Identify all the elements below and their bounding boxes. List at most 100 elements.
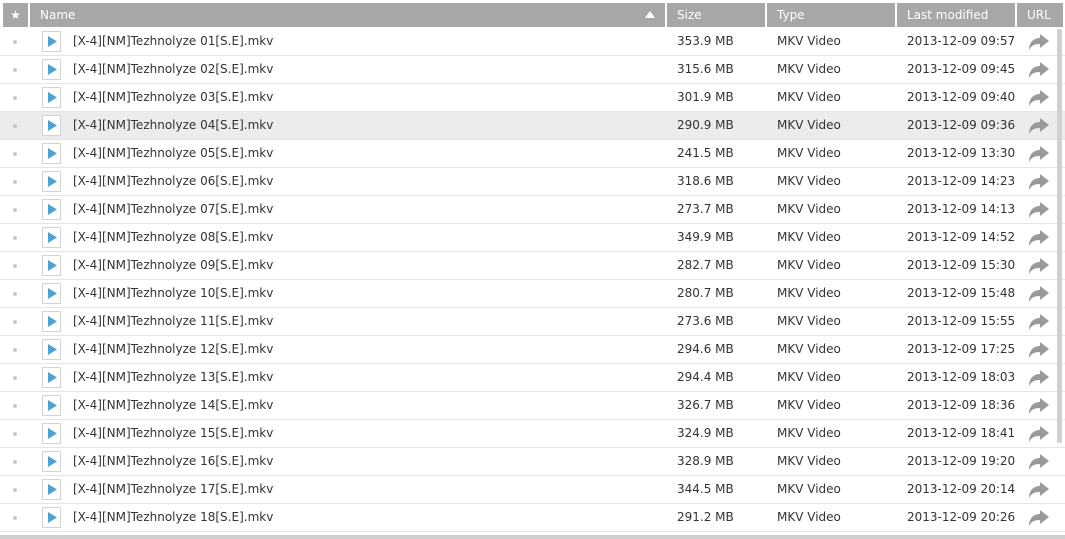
file-name[interactable]: [X-4][NM]Tezhnolyze 09[S.E].mkv [73,252,663,279]
file-name[interactable]: [X-4][NM]Tezhnolyze 02[S.E].mkv [73,56,663,83]
file-row[interactable]: [X-4][NM]Tezhnolyze 09[S.E].mkv 282.7 MB… [0,252,1065,280]
star-toggle-dot-icon[interactable] [13,376,17,380]
video-file-play-icon[interactable] [42,59,61,80]
video-file-play-icon[interactable] [42,255,61,276]
star-toggle-dot-icon[interactable] [13,264,17,268]
share-arrow-icon[interactable] [1028,509,1050,527]
star-toggle-dot-icon[interactable] [13,460,17,464]
file-row[interactable]: [X-4][NM]Tezhnolyze 07[S.E].mkv 273.7 MB… [0,196,1065,224]
share-arrow-icon[interactable] [1028,89,1050,107]
share-arrow-icon[interactable] [1028,285,1050,303]
column-header-last-modified[interactable]: Last modified [897,3,1015,27]
video-file-play-icon[interactable] [42,283,61,304]
video-file-play-icon[interactable] [42,507,61,528]
share-arrow-icon[interactable] [1028,201,1050,219]
star-toggle-dot-icon[interactable] [13,292,17,296]
file-row[interactable]: [X-4][NM]Tezhnolyze 11[S.E].mkv 273.6 MB… [0,308,1065,336]
file-type: MKV Video [777,202,841,216]
star-toggle-dot-icon[interactable] [13,488,17,492]
share-arrow-icon[interactable] [1028,481,1050,499]
vertical-scrollbar[interactable] [1057,29,1062,443]
file-row[interactable]: [X-4][NM]Tezhnolyze 13[S.E].mkv 294.4 MB… [0,364,1065,392]
video-file-play-icon[interactable] [42,451,61,472]
video-file-play-icon[interactable] [42,227,61,248]
column-header-size[interactable]: Size [667,3,765,27]
share-arrow-icon[interactable] [1028,397,1050,415]
column-header-type[interactable]: Type [767,3,895,27]
share-arrow-icon[interactable] [1028,173,1050,191]
file-row[interactable]: [X-4][NM]Tezhnolyze 18[S.E].mkv 291.2 MB… [0,504,1065,532]
file-name[interactable]: [X-4][NM]Tezhnolyze 04[S.E].mkv [73,112,663,139]
file-row[interactable]: [X-4][NM]Tezhnolyze 12[S.E].mkv 294.6 MB… [0,336,1065,364]
file-row[interactable]: [X-4][NM]Tezhnolyze 01[S.E].mkv 353.9 MB… [0,28,1065,56]
file-row[interactable]: [X-4][NM]Tezhnolyze 03[S.E].mkv 301.9 MB… [0,84,1065,112]
video-file-play-icon[interactable] [42,143,61,164]
star-toggle-dot-icon[interactable] [13,124,17,128]
video-file-play-icon[interactable] [42,339,61,360]
star-toggle-dot-icon[interactable] [13,96,17,100]
file-name[interactable]: [X-4][NM]Tezhnolyze 10[S.E].mkv [73,280,663,307]
video-file-play-icon[interactable] [42,395,61,416]
star-toggle-dot-icon[interactable] [13,152,17,156]
share-arrow-icon[interactable] [1028,313,1050,331]
video-file-play-icon[interactable] [42,115,61,136]
file-name[interactable]: [X-4][NM]Tezhnolyze 12[S.E].mkv [73,336,663,363]
file-name[interactable]: [X-4][NM]Tezhnolyze 05[S.E].mkv [73,140,663,167]
file-size: 294.4 MB [677,370,734,384]
video-file-play-icon[interactable] [42,171,61,192]
star-toggle-dot-icon[interactable] [13,208,17,212]
video-file-play-icon[interactable] [42,31,61,52]
star-toggle-dot-icon[interactable] [13,40,17,44]
file-row[interactable]: [X-4][NM]Tezhnolyze 05[S.E].mkv 241.5 MB… [0,140,1065,168]
video-file-play-icon[interactable] [42,311,61,332]
file-name[interactable]: [X-4][NM]Tezhnolyze 11[S.E].mkv [73,308,663,335]
column-header-url[interactable]: URL [1017,3,1063,27]
column-header-star[interactable]: ★ [3,3,28,27]
file-name[interactable]: [X-4][NM]Tezhnolyze 03[S.E].mkv [73,84,663,111]
star-toggle-dot-icon[interactable] [13,320,17,324]
file-row[interactable]: [X-4][NM]Tezhnolyze 10[S.E].mkv 280.7 MB… [0,280,1065,308]
share-arrow-icon[interactable] [1028,257,1050,275]
file-row[interactable]: [X-4][NM]Tezhnolyze 04[S.E].mkv 290.9 MB… [0,112,1065,140]
star-toggle-dot-icon[interactable] [13,180,17,184]
file-name[interactable]: [X-4][NM]Tezhnolyze 17[S.E].mkv [73,476,663,503]
file-row[interactable]: [X-4][NM]Tezhnolyze 16[S.E].mkv 328.9 MB… [0,448,1065,476]
video-file-play-icon[interactable] [42,367,61,388]
share-arrow-icon[interactable] [1028,145,1050,163]
file-row[interactable]: [X-4][NM]Tezhnolyze 15[S.E].mkv 324.9 MB… [0,420,1065,448]
file-row[interactable]: [X-4][NM]Tezhnolyze 06[S.E].mkv 318.6 MB… [0,168,1065,196]
star-toggle-dot-icon[interactable] [13,432,17,436]
star-toggle-dot-icon[interactable] [13,516,17,520]
star-toggle-dot-icon[interactable] [13,404,17,408]
file-name[interactable]: [X-4][NM]Tezhnolyze 14[S.E].mkv [73,392,663,419]
share-arrow-icon[interactable] [1028,425,1050,443]
file-row[interactable]: [X-4][NM]Tezhnolyze 14[S.E].mkv 326.7 MB… [0,392,1065,420]
file-name[interactable]: [X-4][NM]Tezhnolyze 18[S.E].mkv [73,504,663,531]
file-row[interactable]: [X-4][NM]Tezhnolyze 17[S.E].mkv 344.5 MB… [0,476,1065,504]
share-arrow-icon[interactable] [1028,61,1050,79]
video-file-play-icon[interactable] [42,423,61,444]
share-arrow-icon[interactable] [1028,33,1050,51]
star-toggle-dot-icon[interactable] [13,236,17,240]
file-name[interactable]: [X-4][NM]Tezhnolyze 06[S.E].mkv [73,168,663,195]
star-toggle-dot-icon[interactable] [13,348,17,352]
file-name[interactable]: [X-4][NM]Tezhnolyze 13[S.E].mkv [73,364,663,391]
file-name[interactable]: [X-4][NM]Tezhnolyze 07[S.E].mkv [73,196,663,223]
share-arrow-icon[interactable] [1028,369,1050,387]
file-name[interactable]: [X-4][NM]Tezhnolyze 08[S.E].mkv [73,224,663,251]
file-row[interactable]: [X-4][NM]Tezhnolyze 08[S.E].mkv 349.9 MB… [0,224,1065,252]
star-toggle-dot-icon[interactable] [13,68,17,72]
column-header-name[interactable]: Name [30,3,665,27]
file-name[interactable]: [X-4][NM]Tezhnolyze 01[S.E].mkv [73,28,663,55]
file-name[interactable]: [X-4][NM]Tezhnolyze 15[S.E].mkv [73,420,663,447]
share-arrow-icon[interactable] [1028,229,1050,247]
video-file-play-icon[interactable] [42,87,61,108]
file-name[interactable]: [X-4][NM]Tezhnolyze 16[S.E].mkv [73,448,663,475]
video-file-play-icon[interactable] [42,199,61,220]
share-arrow-icon[interactable] [1028,453,1050,471]
file-row[interactable]: [X-4][NM]Tezhnolyze 02[S.E].mkv 315.6 MB… [0,56,1065,84]
file-last-modified: 2013-12-09 09:57 [907,34,1015,48]
share-arrow-icon[interactable] [1028,117,1050,135]
video-file-play-icon[interactable] [42,479,61,500]
share-arrow-icon[interactable] [1028,341,1050,359]
